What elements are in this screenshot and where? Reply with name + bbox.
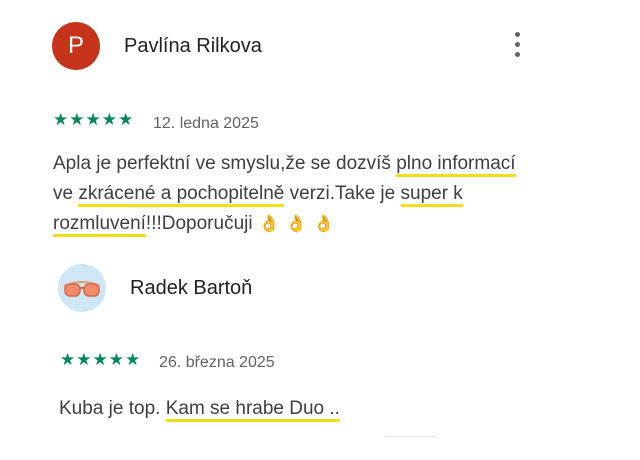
ok-hand-emoji: 👌: [258, 214, 280, 233]
review-text: Apla je perfektní ve smyslu,že se dozvíš…: [53, 149, 523, 239]
ok-hand-emoji: 👌: [285, 214, 307, 233]
ok-hand-emoji: 👌: [312, 214, 335, 233]
review-date: 12. ledna 2025: [153, 115, 259, 132]
author-avatar: P: [52, 22, 100, 70]
highlighted-text: plno informací: [396, 153, 516, 177]
sunglasses-icon: [63, 281, 101, 297]
author-name: Radek Bartoň: [130, 277, 253, 299]
star-rating: ★★★★★: [53, 110, 135, 129]
author-name: Pavlína Rilkova: [124, 35, 262, 57]
more-vert-icon[interactable]: [510, 32, 524, 64]
review-text: Kuba je top. Kam se hrabe Duo ..: [59, 394, 539, 424]
star-rating: ★★★★★: [60, 350, 142, 369]
highlighted-text: zkrácené a pochopitelně: [78, 183, 285, 207]
highlighted-text: Kam se hrabe Duo ..: [165, 398, 340, 422]
partial-element: [385, 436, 437, 441]
review-date: 26. března 2025: [159, 354, 275, 371]
avatar-letter: P: [67, 32, 84, 59]
author-avatar: [58, 264, 106, 312]
